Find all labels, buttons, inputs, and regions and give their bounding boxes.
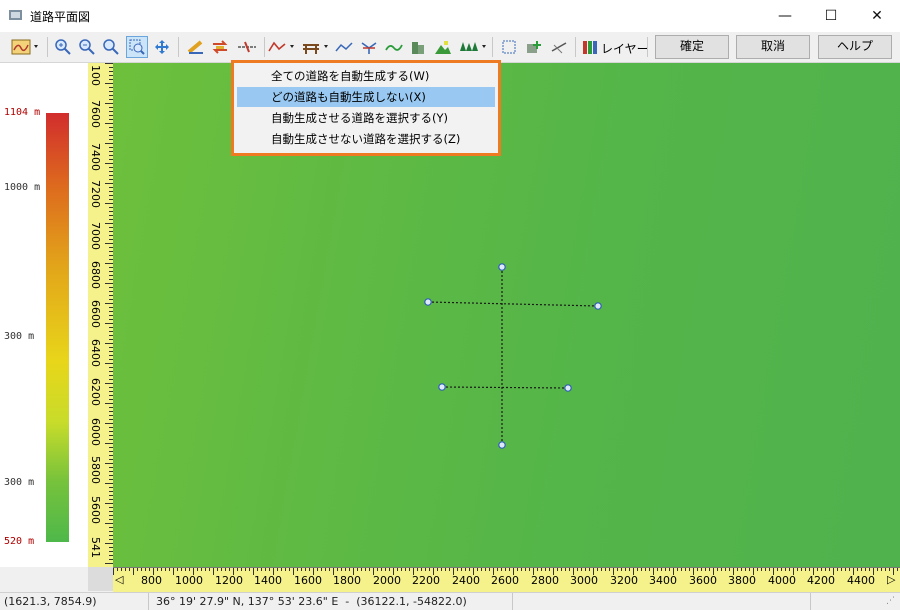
legend-max-label: 1104 m [4,107,41,118]
road-node [438,383,446,391]
select-rect-icon[interactable] [498,36,520,58]
curve-green-icon[interactable] [383,36,405,58]
road-node [594,302,602,310]
separator [178,37,179,57]
pan-icon[interactable] [151,36,173,58]
menu-item-generate-all[interactable]: 全ての道路を自動生成する(W) [237,66,495,86]
forest-dropdown[interactable] [457,36,489,58]
road-node [498,441,506,449]
legend-label-mid: 300 m [4,331,35,342]
elevation-legend [0,63,88,567]
separator [492,37,493,57]
road-node [564,384,572,392]
terrain-icon[interactable] [432,36,454,58]
minimize-button[interactable]: — [762,0,808,32]
legend-min-label: 520 m [4,536,35,547]
toolbar: レイヤー 確定 取消 ヘルプ [0,32,900,94]
window-title: 道路平面図 [30,10,91,24]
cursor-coordinates: (1621.3, 7854.9) [4,595,97,608]
zoom-out-icon[interactable] [76,36,98,58]
separator [575,37,576,57]
terrain-style-dropdown[interactable] [10,36,42,58]
y-ruler: 100 7600 7400 7200 7000 6800 6600 6400 6… [88,63,114,567]
building-icon[interactable] [407,36,429,58]
close-button[interactable]: ✕ [854,0,900,32]
geo-coordinates: 36° 19' 27.9" N, 137° 53' 23.6" E - (361… [156,595,467,608]
legend-label-low: 300 m [4,477,35,488]
legend-label-1000: 1000 m [4,182,41,193]
status-bar: (1621.3, 7854.9) 36° 19' 27.9" N, 137° 5… [0,592,900,610]
zoom-fit-icon[interactable] [100,36,122,58]
maximize-button[interactable]: ☐ [808,0,854,32]
menu-item-generate-none[interactable]: どの道路も自動生成しない(X) [237,87,495,107]
add-layer-icon[interactable] [523,36,545,58]
title-bar: 道路平面図 — ☐ ✕ [0,0,900,32]
resize-grip-icon[interactable]: ⋰ [886,596,895,606]
zoom-in-icon[interactable] [52,36,74,58]
layer-icon [582,38,598,56]
separator [148,593,149,610]
bridge-dropdown[interactable] [302,36,332,58]
ok-button[interactable]: 確定 [655,35,729,59]
app-icon [8,8,24,22]
separator [47,37,48,57]
ruler-corner [88,567,113,591]
layer-button[interactable]: レイヤー [601,40,649,57]
cancel-button[interactable]: 取消 [736,35,810,59]
road-node [424,298,432,306]
elevation-color-bar [46,113,69,542]
zoom-area-icon[interactable] [126,36,148,58]
polyline-dropdown[interactable] [268,36,298,58]
menu-item-select-exclude[interactable]: 自動生成させない道路を選択する(Z) [237,129,495,149]
junction-icon[interactable] [358,36,380,58]
separator [810,593,811,610]
road-lower-horizontal [441,386,569,389]
menu-item-select-generate[interactable]: 自動生成させる道路を選択する(Y) [237,108,495,128]
ruler-measure-icon[interactable] [185,36,207,58]
help-button[interactable]: ヘルプ [818,35,892,59]
road-autogen-menu: 全ての道路を自動生成する(W) どの道路も自動生成しない(X) 自動生成させる道… [231,60,501,156]
cut-line-icon[interactable] [548,36,570,58]
y-ruler-ticks [105,63,113,564]
road-upper-horizontal [427,301,599,307]
separator [647,37,648,57]
separator [264,37,265,57]
x-ruler: ◁ ▷ 800 1000 1200 1400 1600 1800 2000 22… [113,567,900,592]
swap-road-icon[interactable] [209,36,231,58]
road-autogen-icon[interactable] [236,36,258,58]
road-node [498,263,506,271]
x-ruler-ticks [113,568,898,575]
curve-red-icon[interactable] [333,36,355,58]
separator [512,593,513,610]
